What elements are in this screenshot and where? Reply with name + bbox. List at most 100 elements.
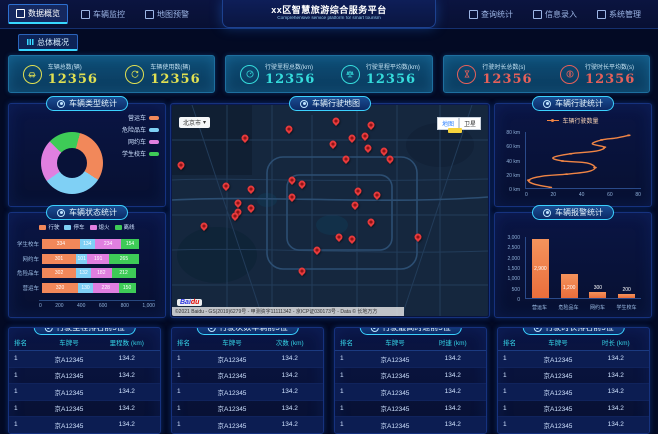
map-pin-shape <box>366 217 377 228</box>
table-cell: 京A12345 <box>543 356 573 364</box>
map-pin[interactable] <box>347 234 358 245</box>
kpi-text: 行驶时长总数(s) 12356 <box>482 62 532 87</box>
map-pin[interactable] <box>413 232 424 243</box>
map-pin-shape <box>347 132 358 143</box>
map-pin[interactable] <box>239 132 250 143</box>
map-pin-shape <box>359 130 370 141</box>
map-pin[interactable] <box>287 192 298 202</box>
table-cell: 134.2 <box>607 388 624 396</box>
nav-item-1[interactable]: 车辆监控 <box>74 6 132 23</box>
legend-item[interactable]: 网约车 <box>128 137 159 146</box>
map-pin-shape <box>378 145 389 156</box>
map-pin[interactable] <box>246 183 256 194</box>
vehicle-type-title: 车辆类型统计 <box>46 96 128 111</box>
map-pin-shape <box>296 265 307 276</box>
table-cell: 1 <box>340 421 344 429</box>
table-cell: 1 <box>177 388 181 396</box>
status-bar-segment: 301 <box>42 253 76 264</box>
legend-item[interactable]: 学生校车 <box>122 149 159 158</box>
chart-icon <box>27 39 34 45</box>
column-header: 排名 <box>503 340 516 347</box>
map-pin[interactable] <box>246 202 256 213</box>
map-pin[interactable] <box>385 154 395 164</box>
table-cell: 京A12345 <box>380 422 410 430</box>
map-canvas[interactable]: 北京市 ▾ 地图 卫星 Baidu ©2021 Baidu - GS(2019)… <box>172 105 488 316</box>
map-pin[interactable] <box>372 189 383 200</box>
driving-line-legend[interactable]: 车辆行驶数量 <box>495 116 651 125</box>
map-pin[interactable] <box>328 139 339 150</box>
map-pin-shape <box>331 116 342 126</box>
map-pin[interactable] <box>350 200 361 211</box>
axis-tick: 1,500 <box>507 265 520 272</box>
line-legend-label: 车辆行驶数量 <box>562 119 599 125</box>
map-pin[interactable] <box>296 265 307 276</box>
status-bar-segment: 265 <box>108 253 139 264</box>
map-pin[interactable] <box>312 244 323 255</box>
legend-item[interactable]: 营运车 <box>128 113 159 122</box>
status-bar-row: 危险品车 302 132 182 212 <box>13 268 155 279</box>
legend-item[interactable]: 离线 <box>114 223 135 231</box>
map-pin[interactable] <box>230 211 241 221</box>
map-pin-shape <box>385 154 395 164</box>
nav-item-0[interactable]: 查询统计 <box>462 6 520 23</box>
map-pin-shape <box>328 139 339 150</box>
axis-tick: 600 <box>98 303 108 309</box>
map-pin[interactable] <box>366 217 377 228</box>
map-pin[interactable] <box>378 145 389 156</box>
map-pin-shape <box>176 160 187 171</box>
status-bar-segment: 302 <box>42 268 77 279</box>
table-row: 1 京A12345 134.2 <box>498 384 649 401</box>
nav-item-2[interactable]: 系统管理 <box>590 6 648 23</box>
legend-item[interactable]: 熄火 <box>89 223 110 231</box>
column-header: 车牌号 <box>59 340 79 347</box>
map-pin[interactable] <box>340 154 351 164</box>
tab-overview[interactable]: 总体概况 <box>18 34 78 51</box>
table-cell: 134.2 <box>281 421 298 429</box>
nav-item-2[interactable]: 地图预警 <box>138 6 196 23</box>
map-pin[interactable] <box>198 221 209 232</box>
table-cell: 京A12345 <box>380 406 410 414</box>
legend-label: 网约车 <box>127 140 146 146</box>
map-pin[interactable] <box>233 198 244 209</box>
axis-category: 营运车 <box>531 305 547 311</box>
status-bar-segment: 134 <box>79 239 95 250</box>
map-pin[interactable] <box>347 132 358 143</box>
map-pin[interactable] <box>334 232 345 243</box>
map-pin[interactable] <box>176 160 187 171</box>
table-cell: 134.2 <box>281 371 298 379</box>
map-pin-shape <box>362 143 373 154</box>
map-pin-shape <box>366 120 377 131</box>
map-pin[interactable] <box>353 185 364 196</box>
map-pin-icon <box>145 9 154 19</box>
legend-item[interactable]: 危险品车 <box>122 125 159 134</box>
legend-item[interactable]: 行驶 <box>39 223 59 231</box>
map-pin[interactable] <box>359 130 370 141</box>
alarm-bars: 2,900 1,200 300 200 <box>525 237 641 299</box>
map-type-satellite-button[interactable]: 卫星 <box>458 117 481 130</box>
table-cell: 1 <box>503 388 507 396</box>
map-pin[interactable] <box>287 175 298 186</box>
legend-item[interactable]: 停车 <box>64 223 85 231</box>
nav-item-0[interactable]: 数据概览 <box>8 4 68 24</box>
map-city-selector[interactable]: 北京市 ▾ <box>179 117 211 128</box>
vehicle-type-legend: 营运车危险品车网约车学生校车 <box>122 113 159 158</box>
panel-title-text: 行驶次数车辆前5位 <box>219 327 288 332</box>
legend-swatch <box>64 224 72 230</box>
map-pin[interactable] <box>362 143 373 154</box>
map-3d-tag[interactable] <box>448 128 462 133</box>
column-header: 排名 <box>14 340 27 347</box>
map-pin[interactable] <box>296 179 307 190</box>
column-header: 排名 <box>340 340 353 347</box>
alarm-bar: 2,900 <box>531 239 549 298</box>
status-bar-category: 营运车 <box>22 285 39 292</box>
panel-title-text: 行驶里程排名前5位 <box>56 327 125 332</box>
map-pin[interactable] <box>283 124 294 135</box>
map-pin[interactable] <box>366 120 377 131</box>
map-pin[interactable] <box>331 116 342 126</box>
map-pin[interactable] <box>220 181 231 192</box>
kpi-card: 车辆总数(辆) 12356 车辆使用数(辆) 12356 <box>8 55 216 93</box>
map-pin-shape <box>353 185 364 196</box>
vehicle-status-legend: 行驶 停车 熄火 离线 <box>9 223 165 231</box>
nav-item-1[interactable]: 信息录入 <box>526 6 584 23</box>
table-cell: 134.2 <box>607 404 624 412</box>
